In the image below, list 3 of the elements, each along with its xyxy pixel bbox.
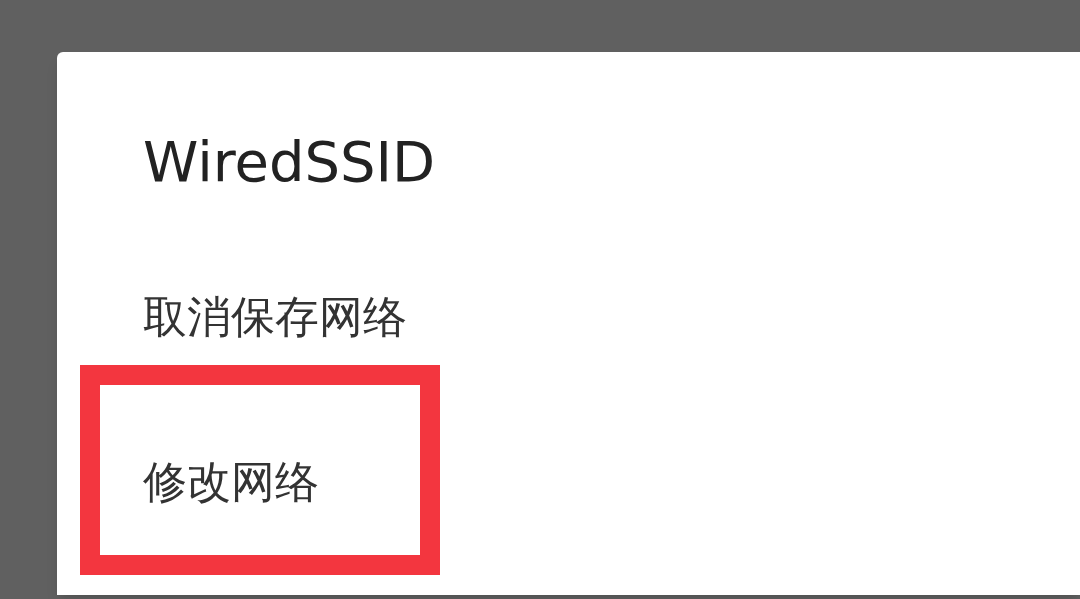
dialog-title: WiredSSID	[142, 128, 436, 195]
menu-item[interactable]: 取消保存网络	[143, 290, 407, 343]
menu-item[interactable]: 修改网络	[143, 455, 319, 508]
